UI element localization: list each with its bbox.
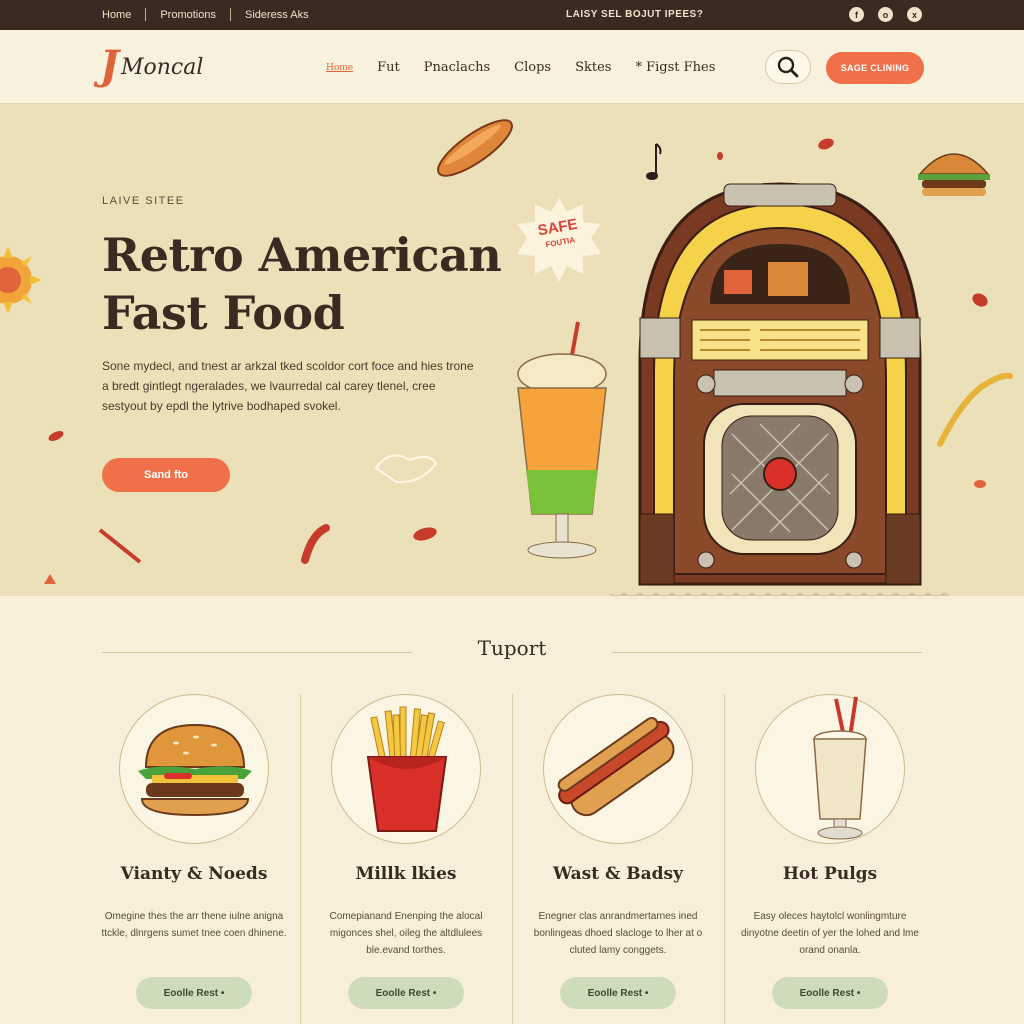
fries-icon xyxy=(366,706,448,832)
product-description: Easy oleces haytolcl wonlingmture dinyot… xyxy=(741,911,919,956)
top-link-promotions[interactable]: Promotions xyxy=(160,9,216,21)
burger-icon xyxy=(138,723,252,817)
product-card: Vianty & Noeds Omegine thes the arr then… xyxy=(89,690,299,1020)
product-image-frame xyxy=(543,694,693,844)
hero-cta-button[interactable]: Sand fto xyxy=(102,458,230,492)
logo-initial: J xyxy=(100,42,119,89)
safe-badge: SAFE FOUTIA xyxy=(515,196,603,284)
product-image-frame xyxy=(119,694,269,844)
product-name: Millk lkies xyxy=(355,864,457,884)
product-name: Wast & Badsy xyxy=(553,864,683,884)
music-note-icon xyxy=(646,143,662,180)
search-button[interactable] xyxy=(765,50,811,84)
product-card: Millk lkies Comepianand Enenping the alo… xyxy=(301,690,511,1020)
sunflower-icon xyxy=(0,246,42,314)
main-nav: Home Fut Pnaclachs Clops Sktes * Figst F… xyxy=(326,60,715,75)
twitter-icon[interactable]: x xyxy=(907,7,922,22)
hero-decorations xyxy=(0,119,1013,596)
burger-icon xyxy=(918,153,990,196)
nav-item-figst-fhes[interactable]: * Figst Fhes xyxy=(635,60,715,75)
product-description: Comepianand Enenping the alocal migonces… xyxy=(329,911,483,956)
product-image-frame xyxy=(331,694,481,844)
hero-title: Retro American Fast Food xyxy=(102,226,522,342)
product-card: Hot Pulgs Easy oleces haytolcl wonlingmt… xyxy=(725,690,935,1020)
promo-text: LAISY SEL BOJUT IPEES? xyxy=(566,9,704,20)
nav-item-home[interactable]: Home xyxy=(326,63,353,75)
read-more-button[interactable]: Eoolle Rest • xyxy=(772,977,888,1009)
product-name: Vianty & Noeds xyxy=(120,864,268,884)
top-links: Home Promotions Sideress Aks xyxy=(102,8,309,21)
top-link-3[interactable]: Sideress Aks xyxy=(245,9,309,21)
nav-item-clops[interactable]: Clops xyxy=(514,60,551,75)
divider xyxy=(229,8,231,21)
hero-title-line-2: Fast Food xyxy=(102,286,345,340)
product-description: Omegine thes the arr thene iulne anigna … xyxy=(101,911,287,939)
logo-word: Moncal xyxy=(120,55,204,80)
product-card: Wast & Badsy Enegner clas anrandmertarne… xyxy=(513,690,723,1020)
header-cta-button[interactable]: SAGE CLINING xyxy=(826,52,924,84)
social-links: f o x xyxy=(849,7,922,22)
sausage-icon xyxy=(437,119,513,177)
hero-title-line-1: Retro American xyxy=(102,228,502,282)
section-title: Tuport xyxy=(477,636,547,660)
hero-description: Sone mydecl, and tnest ar arkzal tked sc… xyxy=(102,359,474,413)
product-image-frame xyxy=(755,694,905,844)
product-description: Enegner clas anrandmertarnes ined bonlin… xyxy=(533,911,703,956)
title-rule-right xyxy=(612,652,922,653)
milkshake-icon xyxy=(813,696,867,840)
divider xyxy=(145,8,147,21)
read-more-button[interactable]: Eoolle Rest • xyxy=(348,977,464,1009)
nav-item-pnaclachs[interactable]: Pnaclachs xyxy=(424,60,490,75)
instagram-icon[interactable]: o xyxy=(878,7,893,22)
nav-item-fut[interactable]: Fut xyxy=(377,60,400,75)
read-more-button[interactable]: Eoolle Rest • xyxy=(560,977,676,1009)
logo[interactable]: J Moncal xyxy=(100,46,203,86)
top-bar: Home Promotions Sideress Aks LAISY SEL B… xyxy=(0,0,1024,30)
facebook-icon[interactable]: f xyxy=(849,7,864,22)
milkshake-glass-icon xyxy=(517,321,607,559)
top-link-home[interactable]: Home xyxy=(102,9,131,21)
hero-section: LAIVE SITEE Retro American Fast Food Son… xyxy=(0,104,1024,596)
product-name: Hot Pulgs xyxy=(782,864,878,884)
read-more-button[interactable]: Eoolle Rest • xyxy=(136,977,252,1009)
wave-divider xyxy=(0,586,1024,595)
search-icon xyxy=(777,56,799,78)
nav-item-sktes[interactable]: Sktes xyxy=(575,60,611,75)
hero-eyebrow: LAIVE SITEE xyxy=(102,195,185,207)
jukebox-illustration xyxy=(610,182,950,596)
site-header: J Moncal Home Fut Pnaclachs Clops Sktes … xyxy=(0,30,1024,104)
hotdog-icon xyxy=(557,717,675,817)
